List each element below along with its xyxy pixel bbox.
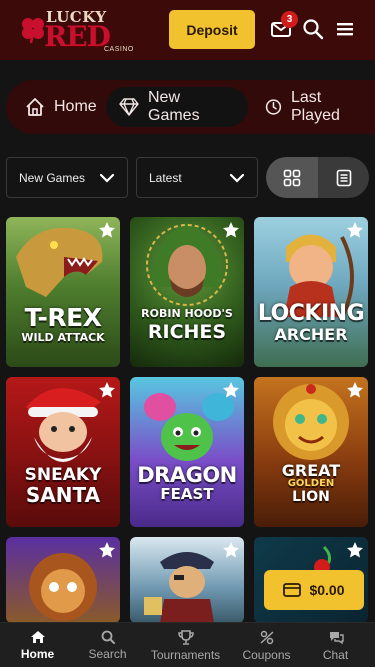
nav-item-label: Last Played <box>290 89 340 124</box>
nav-item-last-played[interactable]: Last Played <box>252 87 375 127</box>
bottom-nav-search[interactable]: Search <box>70 623 145 667</box>
logo-red-text: RED <box>44 20 111 53</box>
grid-view-button[interactable] <box>266 157 318 198</box>
nav-item-new-games[interactable]: New Games <box>106 87 248 127</box>
hamburger-menu-icon[interactable] <box>334 18 356 40</box>
game-tile-lion-cub[interactable] <box>6 537 120 623</box>
home-icon <box>30 631 45 643</box>
favorite-star-icon[interactable] <box>346 221 364 239</box>
sort-select[interactable]: Latest <box>136 157 258 198</box>
game-title-line2: FEAST <box>160 485 214 503</box>
game-title-line1: DRAGON <box>137 463 237 487</box>
category-select[interactable]: New Games <box>6 157 128 198</box>
game-tile-trex[interactable]: T-REX WILD ATTACK <box>6 217 120 367</box>
game-title-line2: WILD ATTACK <box>21 331 105 344</box>
favorite-star-icon[interactable] <box>98 541 116 559</box>
favorite-star-icon[interactable] <box>222 381 240 399</box>
category-select-value: New Games <box>19 170 86 185</box>
chevron-down-icon <box>99 173 115 183</box>
game-tile-dragon-feast[interactable]: DRAGON FEAST <box>130 377 244 527</box>
game-tile-sneaky-santa[interactable]: SNEAKY SANTA <box>6 377 120 527</box>
view-toggle <box>266 157 369 198</box>
favorite-star-icon[interactable] <box>98 221 116 239</box>
favorite-star-icon[interactable] <box>346 381 364 399</box>
game-title-line2: ARCHER <box>274 325 348 344</box>
top-header: LUCKY RED CASINO Deposit 3 <box>0 0 375 60</box>
grid-icon <box>283 169 301 186</box>
balance-button[interactable]: $0.00 <box>264 570 364 610</box>
trophy-icon <box>177 629 194 645</box>
bottom-nav-label: Tournaments <box>150 647 221 662</box>
game-title-line3: LION <box>292 489 330 505</box>
bottom-nav-chat[interactable]: Chat <box>298 623 373 667</box>
bottom-nav-home[interactable]: Home <box>0 623 75 667</box>
lucky-red-logo[interactable]: LUCKY RED CASINO <box>18 6 138 54</box>
chat-icon <box>329 631 344 644</box>
game-tile-great-golden-lion[interactable]: GREAT GOLDEN LION <box>254 377 368 527</box>
sort-select-value: Latest <box>149 170 182 185</box>
chevron-down-icon <box>229 173 245 183</box>
diamond-icon <box>119 98 139 116</box>
nav-item-home[interactable]: Home <box>12 87 109 127</box>
house-icon <box>26 98 44 116</box>
balance-amount: $0.00 <box>309 582 345 598</box>
bottom-nav-label: Chat <box>322 647 349 662</box>
bottom-nav: Home Search Tournaments Coupons Chat <box>0 622 375 667</box>
game-title-line2: SANTA <box>25 483 101 507</box>
favorite-star-icon[interactable] <box>346 541 364 559</box>
nav-item-label: Home <box>54 98 97 115</box>
nav-item-label: New Games <box>148 89 200 124</box>
bottom-nav-tournaments[interactable]: Tournaments <box>148 623 223 667</box>
game-title-line1: ROBIN HOOD'S <box>141 307 233 320</box>
deposit-button[interactable]: Deposit <box>169 10 255 49</box>
favorite-star-icon[interactable] <box>222 221 240 239</box>
list-view-button[interactable] <box>318 157 369 198</box>
favorite-star-icon[interactable] <box>222 541 240 559</box>
search-icon <box>101 630 115 644</box>
wallet-icon <box>283 583 302 597</box>
category-nav: Home New Games Last Played <box>6 80 375 134</box>
bottom-nav-label: Search <box>88 647 127 661</box>
game-tile-robin-hood[interactable]: ROBIN HOOD'S RICHES <box>130 217 244 367</box>
game-title-line2: RICHES <box>147 321 227 343</box>
history-icon <box>265 99 282 115</box>
favorite-star-icon[interactable] <box>98 381 116 399</box>
bottom-nav-label: Coupons <box>242 647 291 662</box>
game-title-line2: GOLDEN <box>287 478 335 489</box>
bottom-nav-coupons[interactable]: Coupons <box>229 623 304 667</box>
coupon-icon <box>259 630 274 644</box>
game-title-line1: SNEAKY <box>24 465 102 485</box>
game-tile-locking-archer[interactable]: LOCKING ARCHER <box>254 217 368 367</box>
list-icon <box>336 169 351 186</box>
logo-casino-text: CASINO <box>104 46 134 53</box>
game-title-line1: LOCKING <box>257 301 365 326</box>
game-title-line1: T-REX <box>24 303 102 332</box>
game-tile-pirate[interactable] <box>130 537 244 623</box>
notification-badge: 3 <box>281 11 298 28</box>
search-icon[interactable] <box>302 18 324 40</box>
bottom-nav-label: Home <box>20 647 55 661</box>
